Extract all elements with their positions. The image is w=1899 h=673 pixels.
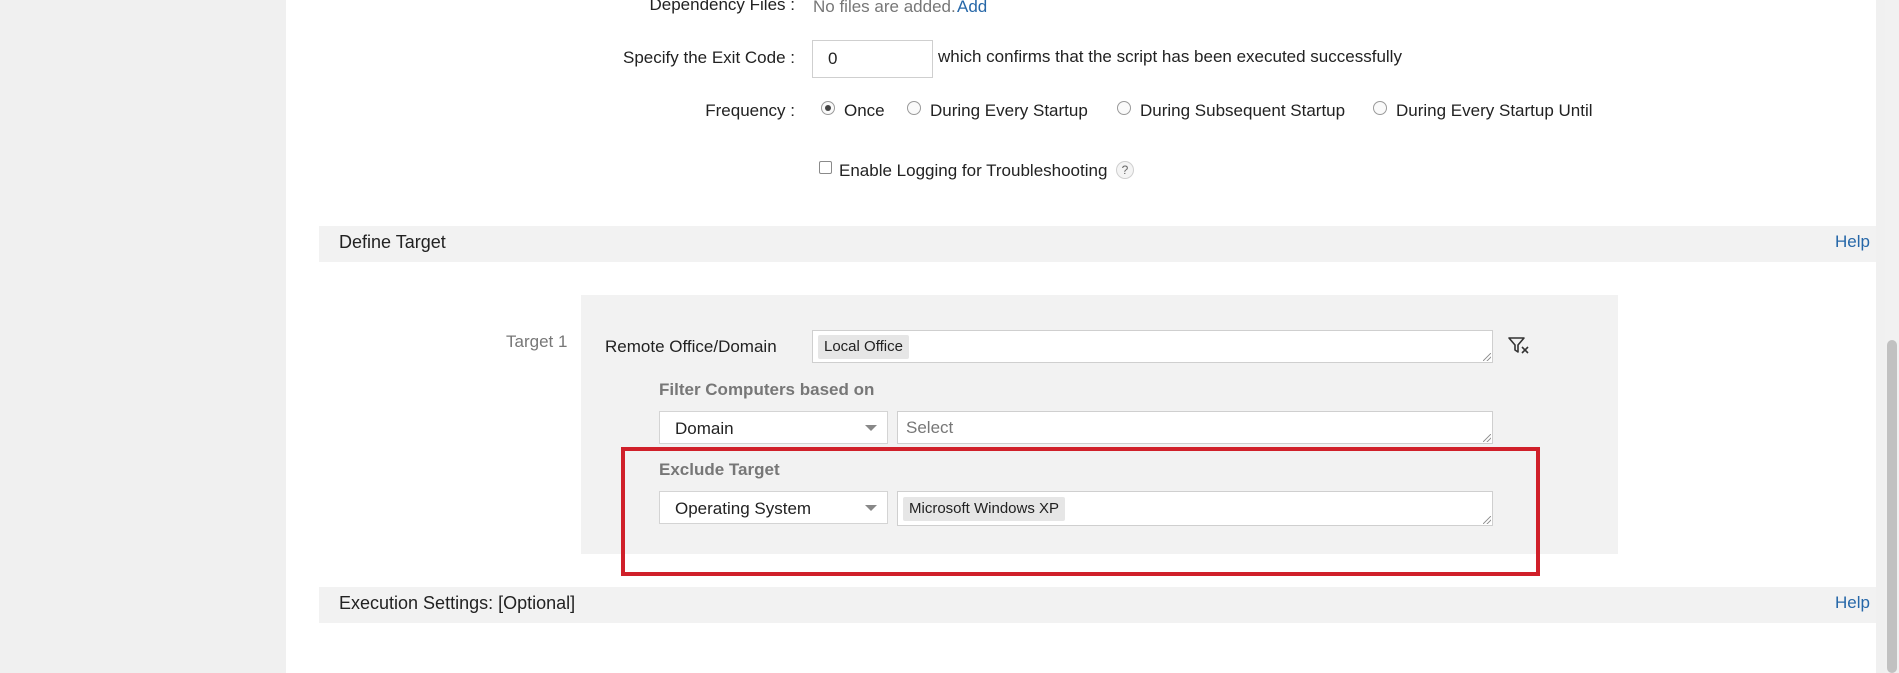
exit-code-input[interactable]: 0 xyxy=(812,40,933,78)
chevron-down-icon xyxy=(865,425,877,431)
define-target-header xyxy=(319,226,1876,262)
exit-code-label: Specify the Exit Code : xyxy=(623,48,795,67)
local-office-chip[interactable]: Local Office xyxy=(818,335,909,359)
filter-select-value: Domain xyxy=(675,419,734,438)
dependency-files-value: No files are added. xyxy=(813,0,956,16)
exit-code-hint: which confirms that the script has been … xyxy=(938,47,1402,66)
question-icon[interactable]: ? xyxy=(1116,161,1134,179)
filter-value-input[interactable]: Select xyxy=(897,411,1493,444)
enable-logging-label[interactable]: Enable Logging for Troubleshooting xyxy=(839,161,1107,181)
clear-filter-icon[interactable] xyxy=(1507,335,1531,357)
filter-select[interactable]: Domain xyxy=(659,411,888,444)
frequency-once-label[interactable]: Once xyxy=(844,101,885,121)
define-target-help-link[interactable]: Help xyxy=(1835,232,1870,252)
filter-computers-label: Filter Computers based on xyxy=(659,380,875,399)
frequency-once-radio[interactable] xyxy=(821,101,835,115)
vertical-scrollbar[interactable] xyxy=(1885,0,1899,673)
frequency-subsequent-startup-label[interactable]: During Subsequent Startup xyxy=(1140,101,1345,121)
execution-settings-title: Execution Settings: [Optional] xyxy=(339,593,576,613)
enable-logging-checkbox[interactable] xyxy=(819,161,832,174)
target-label: Target 1 xyxy=(506,332,568,351)
add-dependency-link[interactable]: Add xyxy=(957,0,987,17)
frequency-subsequent-startup-radio[interactable] xyxy=(1117,101,1131,115)
resize-grip-icon[interactable] xyxy=(1483,353,1491,361)
remote-office-label: Remote Office/Domain xyxy=(605,337,777,356)
frequency-label: Frequency : xyxy=(705,101,795,120)
frequency-every-startup-radio[interactable] xyxy=(907,101,921,115)
frequency-every-startup-until-radio[interactable] xyxy=(1373,101,1387,115)
frequency-every-startup-until-label[interactable]: During Every Startup Until xyxy=(1396,101,1593,121)
resize-grip-icon[interactable] xyxy=(1483,434,1491,442)
scrollbar-thumb[interactable] xyxy=(1887,340,1897,673)
exclude-target-highlight xyxy=(621,447,1540,576)
frequency-every-startup-label[interactable]: During Every Startup xyxy=(930,101,1088,121)
filter-value-placeholder: Select xyxy=(906,418,954,437)
define-target-title: Define Target xyxy=(339,232,446,252)
execution-settings-help-link[interactable]: Help xyxy=(1835,593,1870,613)
exit-code-value: 0 xyxy=(828,49,838,68)
remote-office-input[interactable]: Local Office xyxy=(812,330,1493,363)
dependency-files-label: Dependency Files : xyxy=(649,0,795,14)
